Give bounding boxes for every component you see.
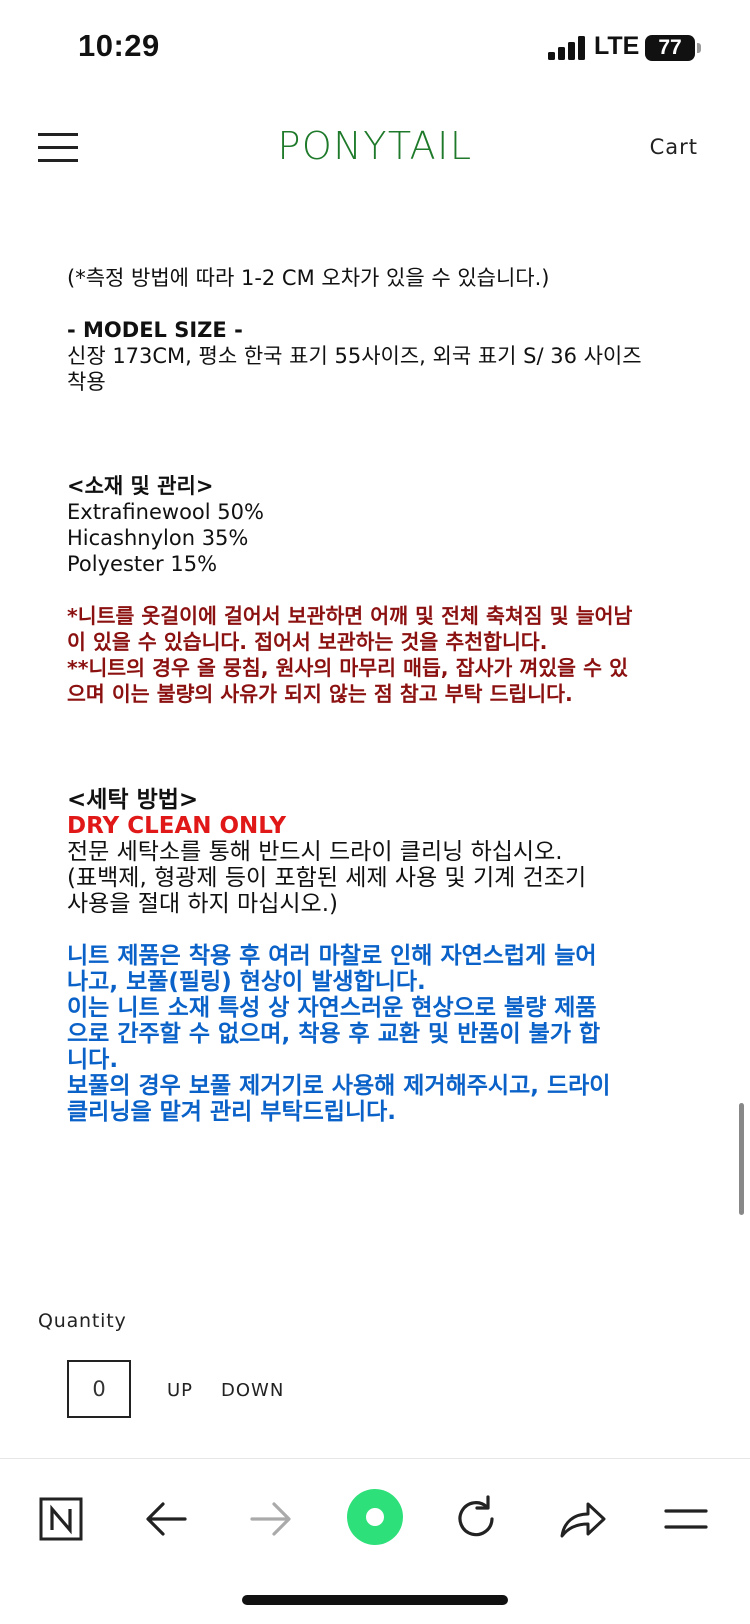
cart-link[interactable]: Cart: [650, 135, 698, 159]
status-time: 10:29: [78, 28, 160, 63]
battery-cap: [697, 43, 701, 53]
knit-notice: 클리닝을 맡겨 관리 부탁드립니다.: [67, 1099, 396, 1125]
knit-notice: 나고, 보풀(필링) 현상이 발생합니다.: [67, 969, 426, 995]
wash-instruction: 전문 세탁소를 통해 반드시 드라이 클리닝 하십시오.: [67, 839, 563, 865]
quantity-label: Quantity: [38, 1310, 127, 1332]
page-scrollbar[interactable]: [739, 1103, 744, 1215]
quantity-up-button[interactable]: UP: [167, 1380, 193, 1401]
wash-instruction: (표백제, 형광제 등이 포함된 세제 사용 및 기계 건조기: [67, 865, 587, 891]
knit-notice: 니다.: [67, 1047, 119, 1073]
wash-instruction: 사용을 절대 하지 마십시오.): [67, 891, 338, 917]
material-title: <소재 및 관리>: [67, 474, 214, 498]
model-size-line: 착용: [67, 370, 106, 394]
wash-title: <세탁 방법>: [67, 787, 199, 813]
quantity-input[interactable]: 0: [67, 1360, 131, 1418]
model-size-line: 신장 173CM, 평소 한국 표기 55사이즈, 외국 표기 S/ 36 사이…: [67, 344, 642, 368]
material-item: Hicashnylon 35%: [67, 526, 249, 550]
care-warning: 이 있을 수 있습니다. 접어서 보관하는 것을 추천합니다.: [67, 630, 548, 654]
knit-notice: 보풀의 경우 보풀 제거기로 사용해 제거해주시고, 드라이: [67, 1073, 611, 1099]
network-label: LTE: [594, 32, 640, 60]
care-warning: 으며 이는 불량의 사유가 되지 않는 점 참고 부탁 드립니다.: [67, 682, 573, 706]
battery-icon: 77: [645, 35, 695, 61]
product-description: (*측정 방법에 따라 1-2 CM 오차가 있을 수 있습니다.) - MOD…: [67, 265, 687, 1125]
home-indicator: [242, 1595, 508, 1605]
care-warning: *니트를 옷걸이에 걸어서 보관하면 어깨 및 전체 축쳐짐 및 늘어남: [67, 604, 633, 628]
site-header: PONYTAIL Cart: [0, 110, 750, 190]
brand-logo[interactable]: PONYTAIL: [0, 124, 750, 168]
quantity-down-button[interactable]: DOWN: [221, 1380, 284, 1401]
forward-arrow-icon[interactable]: [240, 1489, 300, 1549]
material-item: Extrafinewool 50%: [67, 500, 264, 524]
battery-level: 77: [658, 36, 682, 59]
knit-notice: 으로 간주할 수 없으며, 착용 후 교환 및 반품이 불가 합: [67, 1021, 601, 1047]
naver-n-icon[interactable]: [32, 1489, 92, 1549]
care-warning: **니트의 경우 올 뭉침, 원사의 마무리 매듭, 잡사가 껴있을 수 있: [67, 656, 629, 680]
signal-icon: [548, 36, 586, 60]
measure-note: (*측정 방법에 따라 1-2 CM 오차가 있을 수 있습니다.): [67, 266, 550, 290]
material-item: Polyester 15%: [67, 552, 218, 576]
reload-icon[interactable]: [447, 1489, 507, 1549]
browser-toolbar: [0, 1458, 750, 1624]
model-size-title: - MODEL SIZE -: [67, 318, 243, 342]
share-icon[interactable]: [552, 1489, 612, 1549]
status-bar: 10:29 LTE 77: [0, 0, 750, 100]
green-dot-icon[interactable]: [345, 1477, 405, 1557]
back-arrow-icon[interactable]: [137, 1489, 197, 1549]
dry-clean-label: DRY CLEAN ONLY: [67, 813, 287, 839]
knit-notice: 이는 니트 소재 특성 상 자연스러운 현상으로 불량 제품: [67, 995, 597, 1021]
knit-notice: 니트 제품은 착용 후 여러 마찰로 인해 자연스럽게 늘어: [67, 943, 597, 969]
menu-icon[interactable]: [656, 1489, 716, 1549]
